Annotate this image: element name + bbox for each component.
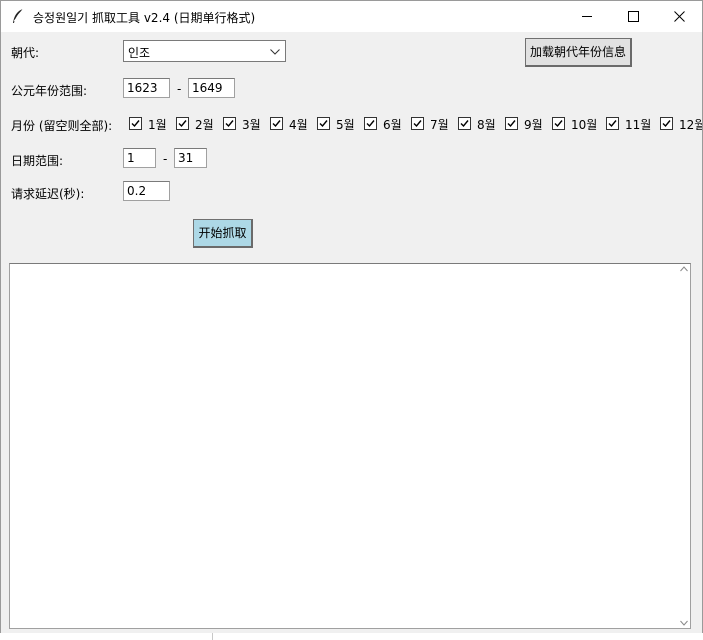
background-strip (0, 633, 703, 640)
chevron-down-icon (270, 49, 280, 55)
checkmark-icon (272, 120, 281, 128)
feather-icon (13, 8, 24, 23)
maximize-button[interactable] (611, 1, 657, 32)
minimize-icon (582, 16, 592, 17)
maximize-icon (628, 11, 639, 22)
month-label: 2월 (195, 118, 214, 132)
checkmark-icon (225, 120, 234, 128)
month-label: 4월 (289, 118, 308, 132)
month-label: 7월 (430, 118, 449, 132)
month-label: 1월 (148, 118, 167, 132)
checkbox-box[interactable] (606, 117, 619, 130)
scroll-down-icon[interactable] (680, 620, 688, 626)
checkmark-icon (131, 120, 140, 128)
checkbox-box[interactable] (411, 117, 424, 130)
month-label: 6월 (383, 118, 402, 132)
start-button[interactable]: 开始抓取 (193, 219, 253, 248)
app-window: 승정원일기 抓取工具 v2.4 (日期单行格式) 朝代: 인조 加载朝代年份信息… (0, 0, 703, 634)
dynasty-label: 朝代: (11, 46, 40, 60)
delay-label: 请求延迟(秒): (11, 187, 85, 201)
month-label: 8월 (477, 118, 496, 132)
year-range-separator: - (177, 82, 182, 96)
day-range-label: 日期范围: (11, 154, 64, 168)
month-label: 5월 (336, 118, 355, 132)
checkbox-box[interactable] (317, 117, 330, 130)
checkbox-box[interactable] (364, 117, 377, 130)
checkmark-icon (366, 120, 375, 128)
year-from-input[interactable] (123, 78, 170, 98)
month-label: 9월 (524, 118, 543, 132)
month-label: 12월 (679, 118, 703, 132)
divider (212, 633, 213, 640)
title-bar: 승정원일기 抓取工具 v2.4 (日期单行格式) (1, 1, 702, 32)
dynasty-select[interactable]: 인조 (123, 40, 286, 62)
checkmark-icon (319, 120, 328, 128)
checkmark-icon (460, 120, 469, 128)
month-label: 11월 (625, 118, 652, 132)
checkmark-icon (413, 120, 422, 128)
checkbox-box[interactable] (176, 117, 189, 130)
day-to-input[interactable] (174, 148, 207, 168)
checkbox-box[interactable] (660, 117, 673, 130)
close-button[interactable] (657, 1, 702, 32)
window-title: 승정원일기 抓取工具 v2.4 (日期单行格式) (33, 11, 256, 25)
checkmark-icon (662, 120, 671, 128)
checkmark-icon (608, 120, 617, 128)
year-range-label: 公元年份范围: (11, 84, 88, 98)
minimize-button[interactable] (565, 1, 611, 32)
checkbox-box[interactable] (270, 117, 283, 130)
output-textarea[interactable] (9, 263, 691, 629)
load-dynasty-years-button[interactable]: 加载朝代年份信息 (525, 38, 632, 67)
scroll-up-icon[interactable] (680, 266, 688, 272)
day-from-input[interactable] (123, 148, 156, 168)
checkbox-box[interactable] (505, 117, 518, 130)
close-icon (674, 11, 685, 22)
month-label: 10월 (571, 118, 598, 132)
delay-input[interactable] (123, 181, 170, 201)
dynasty-value: 인조 (128, 46, 151, 60)
checkbox-box[interactable] (223, 117, 236, 130)
checkmark-icon (178, 120, 187, 128)
checkmark-icon (554, 120, 563, 128)
day-range-separator: - (163, 152, 168, 166)
months-label: 月份 (留空则全部): (11, 119, 113, 133)
checkbox-box[interactable] (458, 117, 471, 130)
checkbox-box[interactable] (129, 117, 142, 130)
year-to-input[interactable] (188, 78, 235, 98)
vertical-scrollbar[interactable] (678, 264, 690, 628)
month-label: 3월 (242, 118, 261, 132)
checkmark-icon (507, 120, 516, 128)
checkbox-box[interactable] (552, 117, 565, 130)
